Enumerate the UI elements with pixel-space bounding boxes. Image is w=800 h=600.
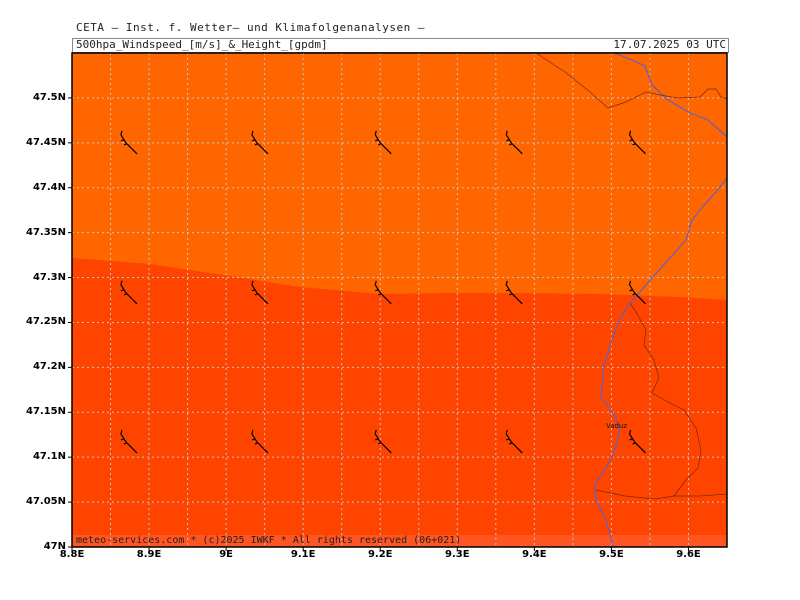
lat-tick-label: 47.2N (32, 361, 66, 373)
lon-tick-label: 9.5E (599, 549, 624, 560)
lon-tick-label: 8.8E (59, 549, 85, 560)
lat-tick-label: 47.05N (26, 496, 66, 508)
lon-tick-label: 9.6E (676, 549, 701, 560)
lat-tick-label: 47.15N (26, 406, 66, 418)
lat-tick-label: 47.5N (32, 91, 66, 103)
lat-tick-label: 47.45N (26, 136, 66, 148)
lat-tick-label: 47.1N (32, 451, 66, 463)
height-field-south (72, 258, 727, 547)
lon-tick-label: 9.2E (367, 549, 393, 560)
lat-tick-label: 47.3N (32, 271, 66, 283)
lat-tick-label: 47.4N (32, 181, 66, 193)
lat-tick-label: 47N (43, 541, 66, 552)
lon-tick-label: 9E (219, 549, 234, 560)
lat-tick-label: 47.35N (26, 226, 66, 238)
lon-tick-label: 9.1E (290, 549, 316, 560)
lon-tick-label: 8.9E (136, 549, 162, 560)
lat-tick-label: 47.25N (26, 316, 66, 328)
lon-tick-label: 9.3E (445, 549, 470, 560)
place-label-vaduz: Vaduz (606, 422, 628, 430)
weather-map (68, 52, 728, 551)
copyright-footer: meteo-services.com * (c)2025 IWKF * All … (76, 535, 462, 546)
lon-tick-label: 9.4E (522, 549, 547, 560)
